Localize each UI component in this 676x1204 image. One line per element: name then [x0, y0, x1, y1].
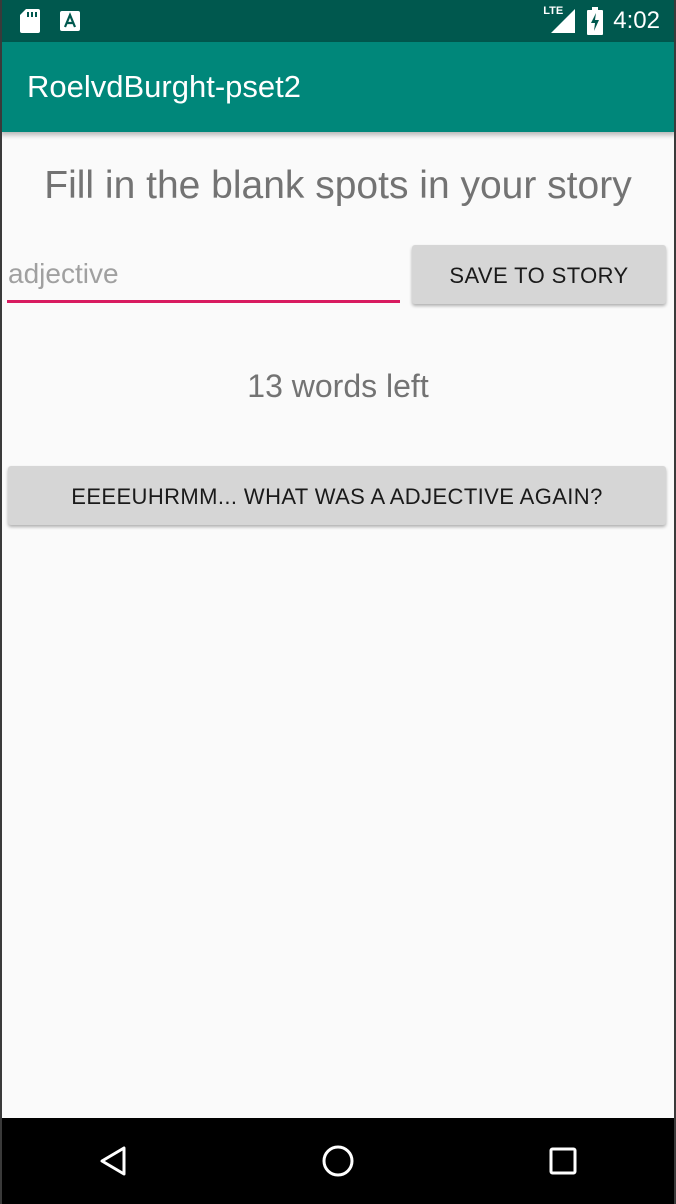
device-frame-left: [0, 0, 2, 1204]
app-title: RoelvdBurght-pset2: [27, 69, 301, 104]
a-notification-icon: [60, 11, 80, 31]
status-system: LTE 4:02: [543, 5, 660, 35]
navigation-bar: [0, 1118, 676, 1204]
back-button[interactable]: [73, 1121, 153, 1201]
word-type-help-button[interactable]: EEEEUHRMM... WHAT WAS A ADJECTIVE AGAIN?: [8, 466, 666, 525]
back-icon: [98, 1145, 128, 1177]
recents-icon: [548, 1146, 578, 1176]
status-notifications: [20, 9, 80, 33]
page-heading: Fill in the blank spots in your story: [44, 164, 632, 207]
recents-button[interactable]: [523, 1121, 603, 1201]
save-to-story-button[interactable]: SAVE TO STORY: [412, 245, 666, 304]
home-icon: [321, 1144, 355, 1178]
words-left-counter: 13 words left: [247, 368, 429, 404]
app-bar: RoelvdBurght-pset2: [0, 42, 676, 132]
status-time: 4:02: [613, 7, 660, 34]
status-bar: LTE 4:02: [0, 0, 676, 42]
main-content: Fill in the blank spots in your story SA…: [0, 132, 676, 1118]
battery-icon: [587, 7, 604, 35]
signal-icon: LTE: [543, 5, 577, 35]
home-button[interactable]: [298, 1121, 378, 1201]
sd-card-icon: [20, 9, 40, 33]
network-type-label: LTE: [543, 5, 564, 17]
device-screen: LTE 4:02 RoelvdBurght-pset2 Fill in the …: [0, 0, 676, 1204]
word-input-container: [7, 252, 400, 303]
word-input[interactable]: [7, 252, 400, 303]
